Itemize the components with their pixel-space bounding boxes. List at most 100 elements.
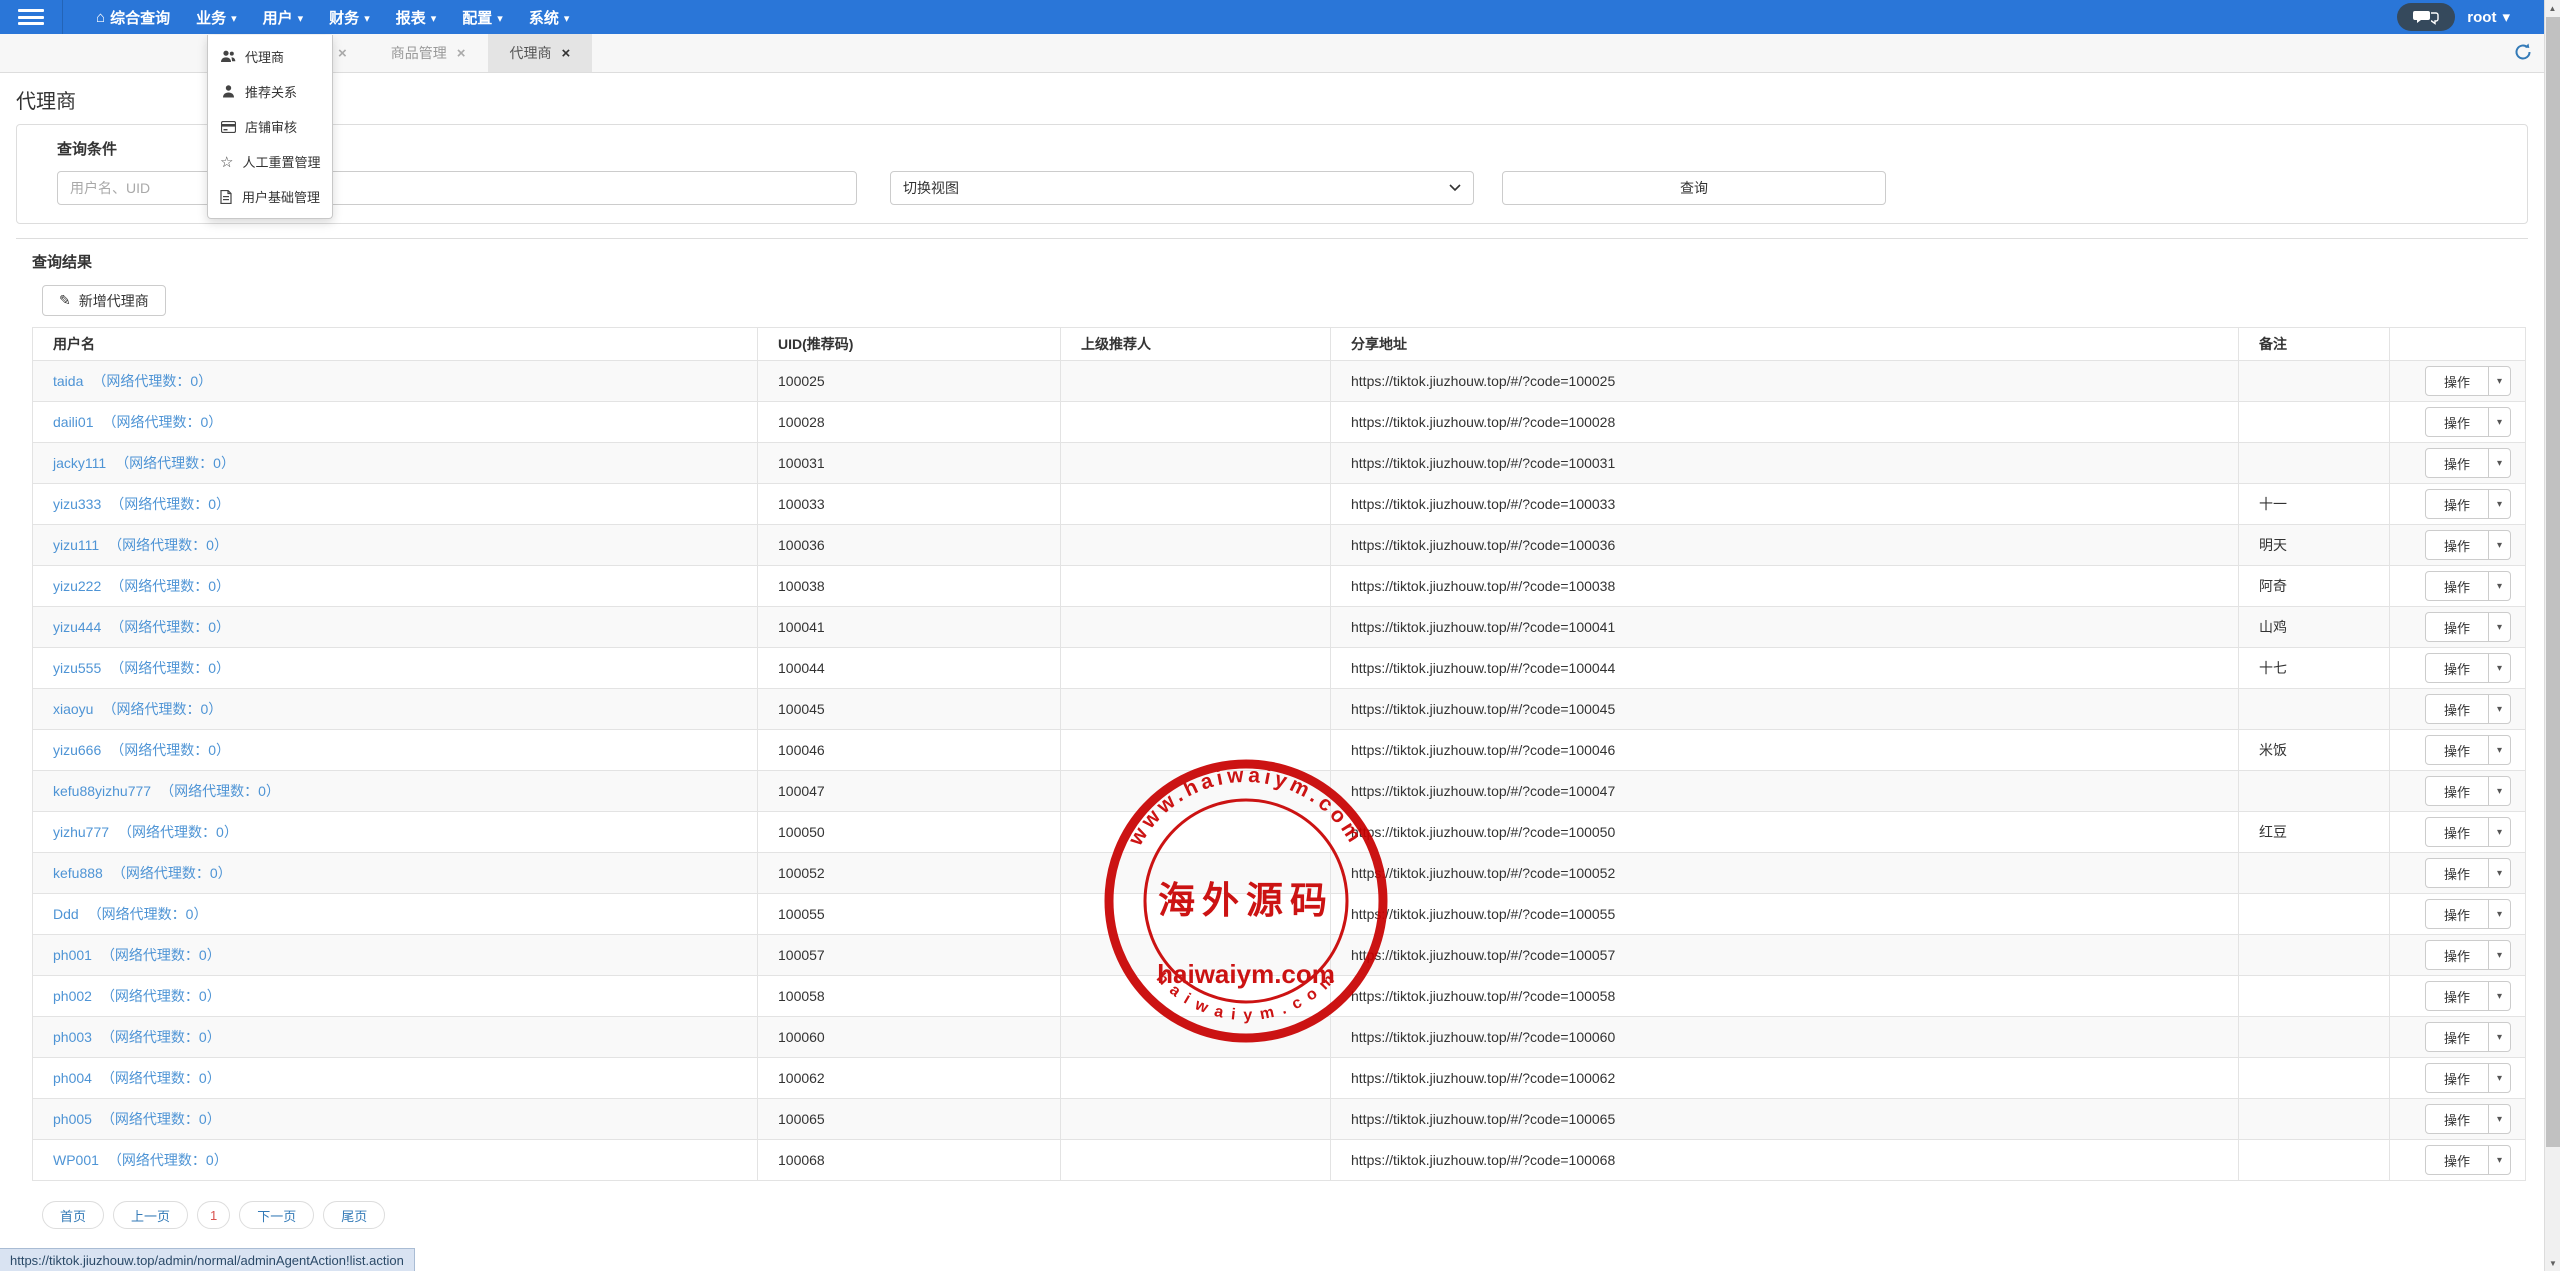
username-link[interactable]: taida <box>53 373 83 389</box>
agent-count-link[interactable]: （网络代理数：0） <box>110 660 230 676</box>
username-link[interactable]: jacky111 <box>53 455 106 471</box>
hamburger-menu-icon[interactable] <box>18 9 44 25</box>
username-link[interactable]: ph003 <box>53 1029 92 1045</box>
username-link[interactable]: yizu666 <box>53 742 101 758</box>
caret-down-icon[interactable]: ▾ <box>2488 367 2510 395</box>
agent-count-link[interactable]: （网络代理数：0） <box>108 537 228 553</box>
nav-item-reports[interactable]: 报表 ▾ <box>383 0 450 34</box>
nav-item-users[interactable]: 用户 ▾ <box>250 0 317 34</box>
scrollbar-down-arrow[interactable]: ▼ <box>2545 1255 2560 1271</box>
close-icon[interactable]: × <box>562 45 571 62</box>
username-link[interactable]: Ddd <box>53 906 79 922</box>
first-page-button[interactable]: 首页 <box>42 1201 104 1229</box>
username-link[interactable]: xiaoyu <box>53 701 93 717</box>
caret-down-icon[interactable]: ▾ <box>2488 736 2510 764</box>
nav-item-dashboard[interactable]: ⌂ 综合查询 <box>83 0 183 34</box>
action-button[interactable]: 操作▾ <box>2425 448 2511 478</box>
username-link[interactable]: yizhu777 <box>53 824 109 840</box>
agent-count-link[interactable]: （网络代理数：0） <box>101 1070 221 1086</box>
caret-down-icon[interactable]: ▾ <box>2488 1105 2510 1133</box>
caret-down-icon[interactable]: ▾ <box>2488 531 2510 559</box>
caret-down-icon[interactable]: ▾ <box>2488 818 2510 846</box>
user-menu-root[interactable]: root ▾ <box>2467 8 2510 26</box>
nav-item-business[interactable]: 业务 ▾ <box>183 0 250 34</box>
action-button[interactable]: 操作▾ <box>2425 489 2511 519</box>
nav-item-finance[interactable]: 财务 ▾ <box>316 0 383 34</box>
action-button[interactable]: 操作▾ <box>2425 1063 2511 1093</box>
agent-count-link[interactable]: （网络代理数：0） <box>101 1111 221 1127</box>
action-button[interactable]: 操作▾ <box>2425 612 2511 642</box>
agent-count-link[interactable]: （网络代理数：0） <box>108 1152 228 1168</box>
agent-count-link[interactable]: （网络代理数：0） <box>101 947 221 963</box>
caret-down-icon[interactable]: ▾ <box>2488 777 2510 805</box>
action-button[interactable]: 操作▾ <box>2425 530 2511 560</box>
menu-item-shop-review[interactable]: 店铺审核 <box>208 109 332 144</box>
scrollbar-thumb[interactable] <box>2546 17 2560 1147</box>
next-page-button[interactable]: 下一页 <box>239 1201 314 1229</box>
caret-down-icon[interactable]: ▾ <box>2488 613 2510 641</box>
username-link[interactable]: WP001 <box>53 1152 99 1168</box>
agent-count-link[interactable]: （网络代理数：0） <box>102 701 222 717</box>
username-link[interactable]: ph001 <box>53 947 92 963</box>
tab-product-management[interactable]: 商品管理 × <box>369 34 488 72</box>
username-link[interactable]: yizu444 <box>53 619 101 635</box>
caret-down-icon[interactable]: ▾ <box>2488 941 2510 969</box>
agent-count-link[interactable]: （网络代理数：0） <box>110 496 230 512</box>
scrollbar[interactable]: ▲ ▼ <box>2544 0 2560 1271</box>
menu-item-user-basic[interactable]: 用户基础管理 <box>208 179 332 214</box>
tab-agents[interactable]: 代理商 × <box>488 34 593 72</box>
username-link[interactable]: kefu888 <box>53 865 103 881</box>
agent-count-link[interactable]: （网络代理数：0） <box>160 783 280 799</box>
agent-count-link[interactable]: （网络代理数：0） <box>110 578 230 594</box>
action-button[interactable]: 操作▾ <box>2425 817 2511 847</box>
action-button[interactable]: 操作▾ <box>2425 1145 2511 1175</box>
action-button[interactable]: 操作▾ <box>2425 1022 2511 1052</box>
caret-down-icon[interactable]: ▾ <box>2488 695 2510 723</box>
caret-down-icon[interactable]: ▾ <box>2488 859 2510 887</box>
action-button[interactable]: 操作▾ <box>2425 776 2511 806</box>
action-button[interactable]: 操作▾ <box>2425 735 2511 765</box>
action-button[interactable]: 操作▾ <box>2425 858 2511 888</box>
nav-item-system[interactable]: 系统 ▾ <box>516 0 583 34</box>
caret-down-icon[interactable]: ▾ <box>2488 490 2510 518</box>
username-link[interactable]: ph004 <box>53 1070 92 1086</box>
agent-count-link[interactable]: （网络代理数：0） <box>112 865 232 881</box>
username-link[interactable]: yizu333 <box>53 496 101 512</box>
username-link[interactable]: ph002 <box>53 988 92 1004</box>
messages-button[interactable] <box>2397 3 2455 31</box>
agent-count-link[interactable]: （网络代理数：0） <box>88 906 208 922</box>
action-button[interactable]: 操作▾ <box>2425 940 2511 970</box>
username-link[interactable]: ph005 <box>53 1111 92 1127</box>
prev-page-button[interactable]: 上一页 <box>113 1201 188 1229</box>
caret-down-icon[interactable]: ▾ <box>2488 1064 2510 1092</box>
caret-down-icon[interactable]: ▾ <box>2488 900 2510 928</box>
caret-down-icon[interactable]: ▾ <box>2488 408 2510 436</box>
nav-item-config[interactable]: 配置 ▾ <box>449 0 516 34</box>
view-select[interactable]: 切换视图 <box>890 171 1474 205</box>
keyword-input[interactable] <box>57 171 857 205</box>
caret-down-icon[interactable]: ▾ <box>2488 654 2510 682</box>
username-link[interactable]: yizu555 <box>53 660 101 676</box>
agent-count-link[interactable]: （网络代理数：0） <box>110 619 230 635</box>
action-button[interactable]: 操作▾ <box>2425 653 2511 683</box>
username-link[interactable]: kefu88yizhu777 <box>53 783 151 799</box>
menu-item-manual-reset[interactable]: ☆ 人工重置管理 <box>208 144 332 179</box>
action-button[interactable]: 操作▾ <box>2425 899 2511 929</box>
action-button[interactable]: 操作▾ <box>2425 981 2511 1011</box>
menu-item-referral-relations[interactable]: 推荐关系 <box>208 74 332 109</box>
username-link[interactable]: yizu222 <box>53 578 101 594</box>
agent-count-link[interactable]: （网络代理数：0） <box>101 988 221 1004</box>
username-link[interactable]: daili01 <box>53 414 93 430</box>
username-link[interactable]: yizu111 <box>53 537 99 553</box>
refresh-button[interactable] <box>2514 43 2532 66</box>
action-button[interactable]: 操作▾ <box>2425 1104 2511 1134</box>
agent-count-link[interactable]: （网络代理数：0） <box>101 1029 221 1045</box>
last-page-button[interactable]: 尾页 <box>323 1201 385 1229</box>
action-button[interactable]: 操作▾ <box>2425 407 2511 437</box>
agent-count-link[interactable]: （网络代理数：0） <box>102 414 222 430</box>
agent-count-link[interactable]: （网络代理数：0） <box>115 455 235 471</box>
caret-down-icon[interactable]: ▾ <box>2488 572 2510 600</box>
agent-count-link[interactable]: （网络代理数：0） <box>110 742 230 758</box>
agent-count-link[interactable]: （网络代理数：0） <box>118 824 238 840</box>
scrollbar-up-arrow[interactable]: ▲ <box>2545 0 2560 16</box>
